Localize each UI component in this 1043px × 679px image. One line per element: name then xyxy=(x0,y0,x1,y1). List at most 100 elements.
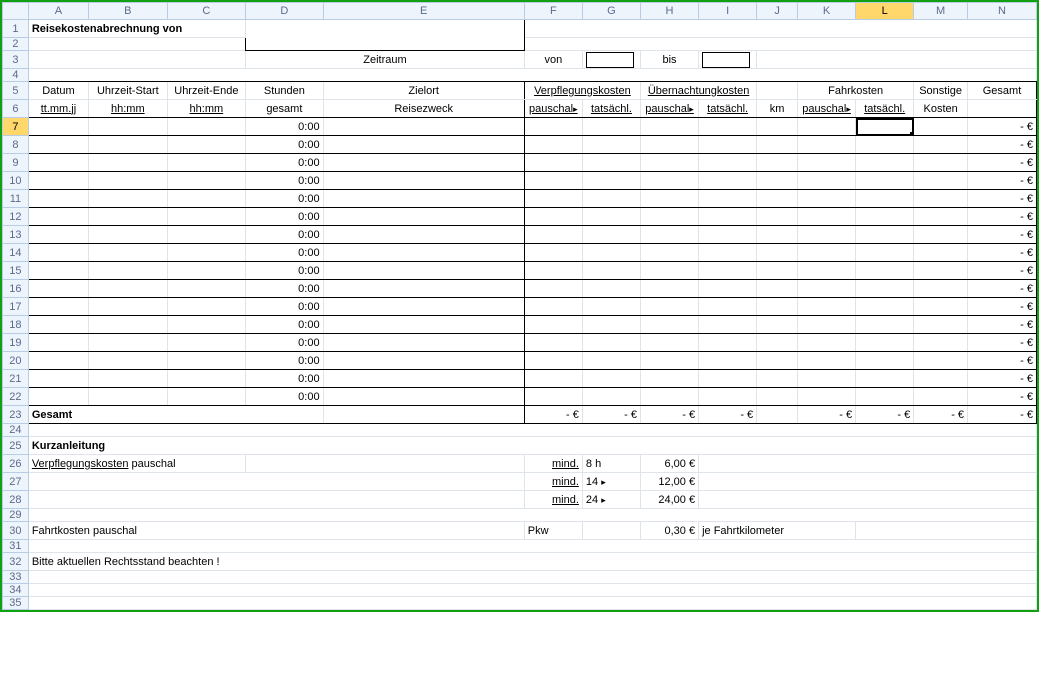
cell-E20[interactable] xyxy=(323,352,524,370)
cell-A7[interactable] xyxy=(28,118,88,136)
cell-I17[interactable] xyxy=(699,298,757,316)
cell-C20[interactable] xyxy=(167,352,246,370)
cell-K7[interactable] xyxy=(798,118,856,136)
cell-A10[interactable] xyxy=(28,172,88,190)
cell-G16[interactable] xyxy=(582,280,640,298)
cell-N13[interactable]: - € xyxy=(968,226,1037,244)
cell-E10[interactable] xyxy=(323,172,524,190)
cell-I10[interactable] xyxy=(699,172,757,190)
row-34[interactable]: 34 xyxy=(3,584,29,597)
cell-A14[interactable] xyxy=(28,244,88,262)
cell-L16[interactable] xyxy=(856,280,914,298)
cell-F7[interactable] xyxy=(524,118,582,136)
row-15[interactable]: 15 xyxy=(3,262,29,280)
col-N[interactable]: N xyxy=(968,3,1037,20)
cell-N14[interactable]: - € xyxy=(968,244,1037,262)
cell-J19[interactable] xyxy=(757,334,798,352)
cell-M12[interactable] xyxy=(914,208,968,226)
cell-E14[interactable] xyxy=(323,244,524,262)
cell-J14[interactable] xyxy=(757,244,798,262)
cell-C15[interactable] xyxy=(167,262,246,280)
cell-D15[interactable]: 0:00 xyxy=(246,262,323,280)
cell-E8[interactable] xyxy=(323,136,524,154)
cell-B14[interactable] xyxy=(89,244,168,262)
cell-G13[interactable] xyxy=(582,226,640,244)
cell-B11[interactable] xyxy=(89,190,168,208)
col-B[interactable]: B xyxy=(89,3,168,20)
cell-F13[interactable] xyxy=(524,226,582,244)
cell-A22[interactable] xyxy=(28,388,88,406)
cell-I7[interactable] xyxy=(699,118,757,136)
cell-N15[interactable]: - € xyxy=(968,262,1037,280)
cell-C14[interactable] xyxy=(167,244,246,262)
cell-F22[interactable] xyxy=(524,388,582,406)
cell-D20[interactable]: 0:00 xyxy=(246,352,323,370)
cell-A8[interactable] xyxy=(28,136,88,154)
row-12[interactable]: 12 xyxy=(3,208,29,226)
cell-F19[interactable] xyxy=(524,334,582,352)
cell-L13[interactable] xyxy=(856,226,914,244)
cell-L17[interactable] xyxy=(856,298,914,316)
row-32[interactable]: 32 xyxy=(3,553,29,571)
cell-K12[interactable] xyxy=(798,208,856,226)
cell-G17[interactable] xyxy=(582,298,640,316)
cell-B9[interactable] xyxy=(89,154,168,172)
cell-C22[interactable] xyxy=(167,388,246,406)
cell-F11[interactable] xyxy=(524,190,582,208)
cell-N22[interactable]: - € xyxy=(968,388,1037,406)
cell-G21[interactable] xyxy=(582,370,640,388)
cell-B8[interactable] xyxy=(89,136,168,154)
bis-input[interactable] xyxy=(699,51,757,69)
cell-D16[interactable]: 0:00 xyxy=(246,280,323,298)
cell-D14[interactable]: 0:00 xyxy=(246,244,323,262)
row-18[interactable]: 18 xyxy=(3,316,29,334)
col-K[interactable]: K xyxy=(798,3,856,20)
cell-I18[interactable] xyxy=(699,316,757,334)
cell-H12[interactable] xyxy=(640,208,698,226)
cell-H21[interactable] xyxy=(640,370,698,388)
cell-G7[interactable] xyxy=(582,118,640,136)
cell-J9[interactable] xyxy=(757,154,798,172)
row-19[interactable]: 19 xyxy=(3,334,29,352)
cell-N17[interactable]: - € xyxy=(968,298,1037,316)
cell-I16[interactable] xyxy=(699,280,757,298)
cell-I19[interactable] xyxy=(699,334,757,352)
cell-H8[interactable] xyxy=(640,136,698,154)
cell-H13[interactable] xyxy=(640,226,698,244)
cell-F20[interactable] xyxy=(524,352,582,370)
cell-H15[interactable] xyxy=(640,262,698,280)
cell-C9[interactable] xyxy=(167,154,246,172)
row-31[interactable]: 31 xyxy=(3,540,29,553)
cell-M8[interactable] xyxy=(914,136,968,154)
cell-E19[interactable] xyxy=(323,334,524,352)
row-7[interactable]: 7 xyxy=(3,118,29,136)
cell-J7[interactable] xyxy=(757,118,798,136)
cell-F16[interactable] xyxy=(524,280,582,298)
cell-C8[interactable] xyxy=(167,136,246,154)
col-C[interactable]: C xyxy=(167,3,246,20)
cell-J16[interactable] xyxy=(757,280,798,298)
col-D[interactable]: D xyxy=(246,3,323,20)
cell-A20[interactable] xyxy=(28,352,88,370)
cell-C12[interactable] xyxy=(167,208,246,226)
cell-L22[interactable] xyxy=(856,388,914,406)
row-16[interactable]: 16 xyxy=(3,280,29,298)
cell-C11[interactable] xyxy=(167,190,246,208)
col-L[interactable]: L xyxy=(856,3,914,20)
row-28[interactable]: 28 xyxy=(3,491,29,509)
cell-C18[interactable] xyxy=(167,316,246,334)
row-8[interactable]: 8 xyxy=(3,136,29,154)
cell-H22[interactable] xyxy=(640,388,698,406)
cell-L21[interactable] xyxy=(856,370,914,388)
cell-I8[interactable] xyxy=(699,136,757,154)
cell-L14[interactable] xyxy=(856,244,914,262)
cell-K14[interactable] xyxy=(798,244,856,262)
cell-C19[interactable] xyxy=(167,334,246,352)
cell-L11[interactable] xyxy=(856,190,914,208)
row-33[interactable]: 33 xyxy=(3,571,29,584)
cell-K19[interactable] xyxy=(798,334,856,352)
cell-K22[interactable] xyxy=(798,388,856,406)
cell-N10[interactable]: - € xyxy=(968,172,1037,190)
cell-K18[interactable] xyxy=(798,316,856,334)
cell-J20[interactable] xyxy=(757,352,798,370)
